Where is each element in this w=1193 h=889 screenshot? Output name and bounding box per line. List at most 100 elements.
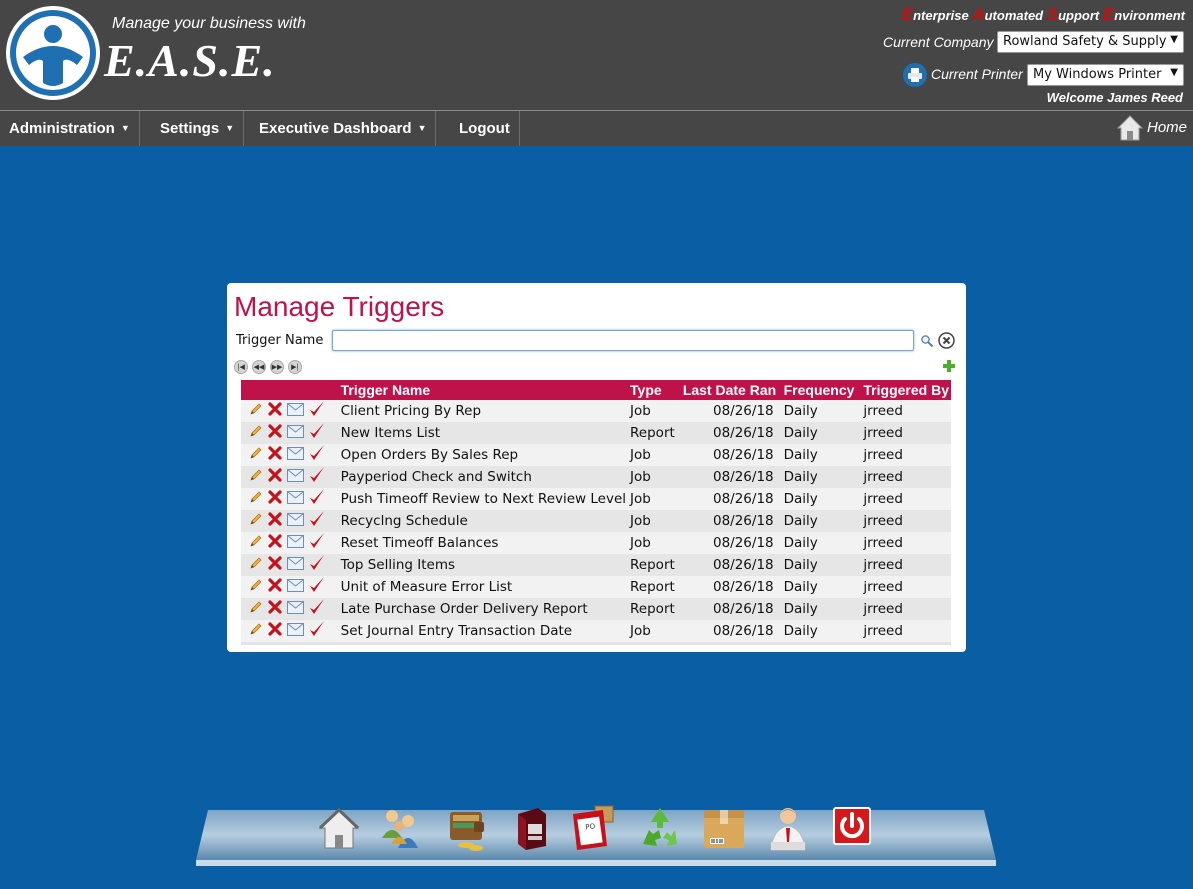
- email-envelope-icon[interactable]: [287, 556, 304, 574]
- cell-triggered-by: jrreed: [861, 554, 951, 576]
- table-row[interactable]: Top Selling Items Report 08/26/18 Daily jrre…: [241, 554, 951, 576]
- table-row[interactable]: Set Journal Entry Transaction Date Job 08/…: [241, 620, 951, 642]
- table-row[interactable]: Reset Timeoff Balances Job 08/26/18 Daily jr…: [241, 532, 951, 554]
- run-checkmark-icon[interactable]: [309, 422, 325, 444]
- table-row[interactable]: New Items List Report 08/26/18 Daily jrreed: [241, 422, 951, 444]
- run-checkmark-icon[interactable]: [309, 576, 325, 598]
- ease-word: Environment: [1102, 5, 1185, 24]
- email-envelope-icon[interactable]: [287, 512, 304, 530]
- employee-icon[interactable]: [765, 804, 811, 852]
- delete-x-icon[interactable]: [268, 622, 282, 640]
- column-header[interactable]: Last Date Ran: [680, 380, 782, 400]
- email-envelope-icon[interactable]: [287, 424, 304, 442]
- run-checkmark-icon[interactable]: [309, 532, 325, 554]
- edit-pencil-icon[interactable]: [249, 468, 263, 486]
- home-link[interactable]: Home: [1116, 111, 1187, 146]
- company-select[interactable]: Rowland Safety & Supply ▼: [997, 31, 1184, 53]
- nav-label: Logout: [459, 120, 510, 137]
- row-actions: [241, 598, 339, 620]
- table-row[interactable]: Unit of Measure Error List Report 08/26/18…: [241, 576, 951, 598]
- run-checkmark-icon[interactable]: [309, 400, 325, 422]
- nav-label: Settings: [160, 120, 220, 137]
- power-icon[interactable]: [830, 804, 876, 852]
- run-checkmark-icon[interactable]: [309, 554, 325, 576]
- product-box-icon[interactable]: [508, 804, 554, 852]
- table-row[interactable]: Push Timeoff Review to Next Review Level…: [241, 488, 951, 510]
- column-header[interactable]: Frequency: [781, 380, 862, 400]
- run-checkmark-icon[interactable]: [309, 598, 325, 620]
- delete-x-icon[interactable]: [268, 402, 282, 420]
- edit-pencil-icon[interactable]: [249, 512, 263, 530]
- nav-executive-dashboard[interactable]: Executive Dashboard ▼: [250, 111, 437, 146]
- table-row[interactable]: Client Pricing By Rep Job 08/26/18 Daily jrr…: [241, 400, 951, 422]
- nav-logout[interactable]: Logout: [450, 111, 520, 146]
- delete-x-icon[interactable]: [268, 468, 282, 486]
- email-envelope-icon[interactable]: [287, 600, 304, 618]
- row-actions: [241, 532, 339, 554]
- printer-icon[interactable]: [903, 63, 927, 87]
- first-page-icon[interactable]: |◀: [234, 360, 248, 374]
- run-checkmark-icon[interactable]: [309, 444, 325, 466]
- search-icon[interactable]: [920, 334, 934, 348]
- row-actions: [241, 466, 339, 488]
- delete-x-icon[interactable]: [268, 446, 282, 464]
- printer-select[interactable]: My Windows Printer ▼: [1027, 64, 1184, 86]
- edit-pencil-icon[interactable]: [249, 578, 263, 596]
- column-header[interactable]: Type: [628, 380, 681, 400]
- email-envelope-icon[interactable]: [287, 534, 304, 552]
- edit-pencil-icon[interactable]: [249, 534, 263, 552]
- run-checkmark-icon[interactable]: [309, 510, 325, 532]
- wallet-icon[interactable]: [444, 804, 490, 852]
- email-envelope-icon[interactable]: [287, 622, 304, 640]
- edit-pencil-icon[interactable]: [249, 622, 263, 640]
- delete-x-icon[interactable]: [268, 512, 282, 530]
- actions-header: [241, 380, 339, 400]
- nav-settings[interactable]: Settings ▼: [151, 111, 245, 146]
- edit-pencil-icon[interactable]: [249, 446, 263, 464]
- edit-pencil-icon[interactable]: [249, 424, 263, 442]
- table-row[interactable]: Open Orders By Sales Rep Job 08/26/18 Daily…: [241, 444, 951, 466]
- next-page-icon[interactable]: ▶▶: [270, 360, 284, 374]
- previous-page-icon[interactable]: ◀◀: [252, 360, 266, 374]
- purchase-order-icon[interactable]: PO: [569, 804, 615, 852]
- caret-down-icon: ▼: [417, 123, 427, 133]
- last-page-icon[interactable]: ▶|: [288, 360, 302, 374]
- email-envelope-icon[interactable]: [287, 446, 304, 464]
- edit-pencil-icon[interactable]: [249, 600, 263, 618]
- edit-pencil-icon[interactable]: [249, 402, 263, 420]
- email-envelope-icon[interactable]: [287, 402, 304, 420]
- ease-word: Support: [1046, 5, 1100, 24]
- delete-x-icon[interactable]: [268, 490, 282, 508]
- email-envelope-icon[interactable]: [287, 468, 304, 486]
- row-actions: [241, 554, 339, 576]
- column-header[interactable]: Trigger Name: [338, 380, 629, 400]
- welcome-message: Welcome James Reed: [1046, 90, 1183, 105]
- trigger-name-input[interactable]: [332, 330, 914, 351]
- nav-administration[interactable]: Administration ▼: [0, 111, 140, 146]
- recycle-icon[interactable]: [637, 804, 683, 852]
- table-header-row: Trigger Name Type Last Date Ran Frequenc…: [241, 380, 951, 400]
- delete-x-icon[interactable]: [268, 578, 282, 596]
- table-row[interactable]: Payperiod Check and Switch Job 08/26/18 Dai…: [241, 466, 951, 488]
- table-row[interactable]: Recyclng Schedule Job 08/26/18 Daily jrreed: [241, 510, 951, 532]
- edit-pencil-icon[interactable]: [249, 490, 263, 508]
- email-envelope-icon[interactable]: [287, 578, 304, 596]
- delete-x-icon[interactable]: [268, 424, 282, 442]
- package-icon[interactable]: [700, 804, 746, 852]
- run-checkmark-icon[interactable]: [309, 466, 325, 488]
- users-icon[interactable]: [377, 804, 423, 852]
- clear-icon[interactable]: [938, 332, 955, 349]
- home-icon[interactable]: [316, 804, 362, 852]
- table-row[interactable]: Late Purchase Order Delivery Report Repor…: [241, 598, 951, 620]
- run-checkmark-icon[interactable]: [309, 488, 325, 510]
- email-envelope-icon[interactable]: [287, 490, 304, 508]
- add-icon[interactable]: [942, 359, 956, 373]
- row-actions: [241, 422, 339, 444]
- delete-x-icon[interactable]: [268, 556, 282, 574]
- delete-x-icon[interactable]: [268, 600, 282, 618]
- cell-frequency: Daily: [781, 488, 862, 510]
- edit-pencil-icon[interactable]: [249, 556, 263, 574]
- delete-x-icon[interactable]: [268, 534, 282, 552]
- run-checkmark-icon[interactable]: [309, 620, 325, 642]
- column-header[interactable]: Triggered By: [861, 380, 951, 400]
